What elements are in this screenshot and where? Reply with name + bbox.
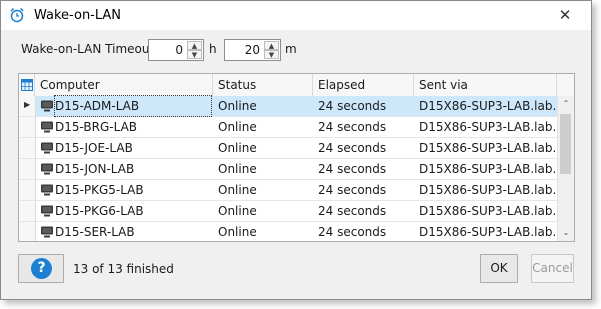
computer-icon xyxy=(41,121,53,133)
minutes-down-icon[interactable]: ▼ xyxy=(264,50,279,59)
cell-sent-via[interactable]: D15X86-SUP3-LAB.lab.ad... xyxy=(419,180,555,200)
minutes-value[interactable]: 20 xyxy=(245,43,260,57)
cell-sent-via[interactable]: D15X86-SUP3-LAB.lab.ad... xyxy=(419,138,555,158)
computer-icon xyxy=(41,205,53,217)
cell-elapsed[interactable]: 24 seconds xyxy=(318,222,410,241)
alarm-clock-icon xyxy=(10,7,24,23)
cell-elapsed[interactable]: 24 seconds xyxy=(318,201,410,221)
column-header-elapsed[interactable]: Elapsed xyxy=(313,74,414,96)
cell-elapsed[interactable]: 24 seconds xyxy=(318,96,410,116)
row-indicator[interactable] xyxy=(19,159,36,179)
help-icon[interactable]: ? xyxy=(31,258,52,279)
cell-computer[interactable]: D15-JON-LAB xyxy=(55,159,211,179)
column-header-computer[interactable]: Computer xyxy=(35,74,213,96)
scroll-down-icon[interactable]: ⌄ xyxy=(558,225,574,241)
computer-icon xyxy=(41,163,53,175)
minutes-unit: m xyxy=(285,42,297,56)
hours-down-icon[interactable]: ▼ xyxy=(187,50,202,59)
cell-status[interactable]: Online xyxy=(218,96,310,116)
table-row[interactable]: ▶ D15-ADM-LAB Online 24 seconds D15X86-SUP3-… xyxy=(19,95,557,117)
help-button[interactable]: ? xyxy=(18,254,64,283)
cell-status[interactable]: Online xyxy=(218,159,310,179)
computer-icon xyxy=(41,142,53,154)
cell-computer[interactable]: D15-BRG-LAB xyxy=(55,117,211,137)
table-row[interactable]: D15-JON-LAB Online 24 seconds D15X86-SUP3-L… xyxy=(19,159,557,180)
column-header-status[interactable]: Status xyxy=(213,74,313,96)
cell-elapsed[interactable]: 24 seconds xyxy=(318,159,410,179)
cell-computer[interactable]: D15-PKG6-LAB xyxy=(55,201,211,221)
close-button[interactable]: ✕ xyxy=(553,3,577,27)
hours-stepper[interactable]: 0 ▲ ▼ xyxy=(148,39,204,61)
column-header-sent-via[interactable]: Sent via xyxy=(414,74,557,96)
column-chooser[interactable] xyxy=(19,74,35,96)
table-row[interactable]: D15-BRG-LAB Online 24 seconds D15X86-SUP3-L… xyxy=(19,117,557,138)
cancel-button[interactable]: Cancel xyxy=(531,254,574,283)
row-indicator[interactable] xyxy=(19,180,36,200)
minutes-up-icon[interactable]: ▲ xyxy=(264,41,279,50)
cell-status[interactable]: Online xyxy=(218,180,310,200)
cell-sent-via[interactable]: D15X86-SUP3-LAB.lab.ad... xyxy=(419,159,555,179)
row-indicator[interactable] xyxy=(19,138,36,158)
minutes-spin-arrows[interactable]: ▲ ▼ xyxy=(264,41,279,59)
computers-grid: Computer Status Elapsed Sent via ▶ D15-AD… xyxy=(18,73,575,242)
cell-computer[interactable]: D15-ADM-LAB xyxy=(54,95,212,117)
table-row[interactable]: D15-SER-LAB Online 24 seconds D15X86-SUP3-L… xyxy=(19,222,557,241)
scroll-up-icon[interactable]: ⌃ xyxy=(558,96,574,112)
cell-status[interactable]: Online xyxy=(218,117,310,137)
window-title: Wake-on-LAN xyxy=(34,8,122,23)
row-indicator[interactable]: ▶ xyxy=(19,96,36,116)
grid-header: Computer Status Elapsed Sent via xyxy=(19,74,574,97)
row-indicator[interactable] xyxy=(19,201,36,221)
table-row[interactable]: D15-PKG6-LAB Online 24 seconds D15X86-SUP3-… xyxy=(19,201,557,222)
cell-computer[interactable]: D15-JOE-LAB xyxy=(55,138,211,158)
computer-icon xyxy=(41,100,53,112)
cell-computer[interactable]: D15-SER-LAB xyxy=(55,222,211,241)
cell-status[interactable]: Online xyxy=(218,222,310,241)
current-row-arrow-icon: ▶ xyxy=(24,100,31,109)
table-row[interactable]: D15-PKG5-LAB Online 24 seconds D15X86-SUP3-… xyxy=(19,180,557,201)
row-indicator[interactable] xyxy=(19,117,36,137)
minutes-stepper[interactable]: 20 ▲ ▼ xyxy=(224,39,281,61)
cell-sent-via[interactable]: D15X86-SUP3-LAB.lab.ad... xyxy=(419,96,555,116)
table-row[interactable]: D15-JOE-LAB Online 24 seconds D15X86-SUP3-L… xyxy=(19,138,557,159)
cell-elapsed[interactable]: 24 seconds xyxy=(318,180,410,200)
vertical-scrollbar[interactable]: ⌃ ⌄ xyxy=(557,96,574,241)
scroll-thumb[interactable] xyxy=(560,114,571,174)
ok-button[interactable]: OK xyxy=(480,254,518,283)
hours-unit: h xyxy=(209,42,217,56)
status-text: 13 of 13 finished xyxy=(73,262,174,276)
computer-icon xyxy=(41,184,53,196)
hours-value[interactable]: 0 xyxy=(175,43,183,57)
hours-up-icon[interactable]: ▲ xyxy=(187,41,202,50)
title-bar: Wake-on-LAN ✕ xyxy=(1,1,591,30)
column-chooser-icon[interactable] xyxy=(21,79,33,91)
timeout-label: Wake-on-LAN Timeout xyxy=(21,42,155,56)
cell-sent-via[interactable]: D15X86-SUP3-LAB.lab.ad... xyxy=(419,201,555,221)
cell-elapsed[interactable]: 24 seconds xyxy=(318,117,410,137)
wake-on-lan-dialog: Wake-on-LAN ✕ Wake-on-LAN Timeout 0 ▲ ▼ … xyxy=(0,0,592,300)
cell-sent-via[interactable]: D15X86-SUP3-LAB.lab.ad... xyxy=(419,222,555,241)
computer-icon xyxy=(41,226,53,238)
cell-status[interactable]: Online xyxy=(218,201,310,221)
row-indicator[interactable] xyxy=(19,222,36,241)
hours-spin-arrows[interactable]: ▲ ▼ xyxy=(187,41,202,59)
cell-computer[interactable]: D15-PKG5-LAB xyxy=(55,180,211,200)
cell-sent-via[interactable]: D15X86-SUP3-LAB.lab.ad... xyxy=(419,117,555,137)
cell-status[interactable]: Online xyxy=(218,138,310,158)
cell-elapsed[interactable]: 24 seconds xyxy=(318,138,410,158)
